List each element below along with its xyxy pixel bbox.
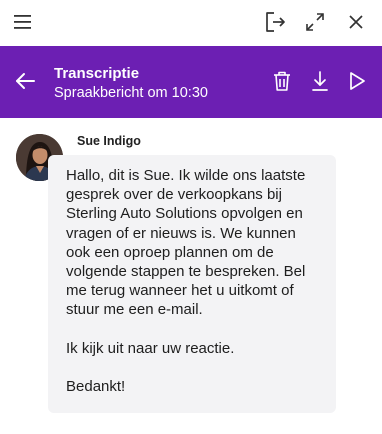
hamburger-menu-icon[interactable] [10,9,36,35]
download-icon[interactable] [307,68,333,94]
transcript-paragraph: Bedankt! [66,378,126,396]
close-icon[interactable] [343,9,369,35]
transcript-paragraph: Hallo, dit is Sue. Ik wilde ons laatste … [66,167,306,319]
sender-name: Sue Indigo [77,134,141,148]
delete-icon[interactable] [269,68,295,94]
transcript-text: Hallo, dit is Sue. Ik wilde ons laatste … [66,166,328,396]
expand-icon[interactable] [302,9,328,35]
page-subtitle: Spraakbericht om 10:30 [54,85,208,101]
page-title: Transcriptie [54,65,140,82]
transcript-paragraph: Ik kijk uit naar uw reactie. [66,339,235,357]
sign-out-icon[interactable] [262,9,288,35]
back-arrow-icon[interactable] [11,67,39,95]
window-bar [0,0,382,46]
transcript-header: Transcriptie Spraakbericht om 10:30 [0,46,382,118]
play-icon[interactable] [344,68,370,94]
